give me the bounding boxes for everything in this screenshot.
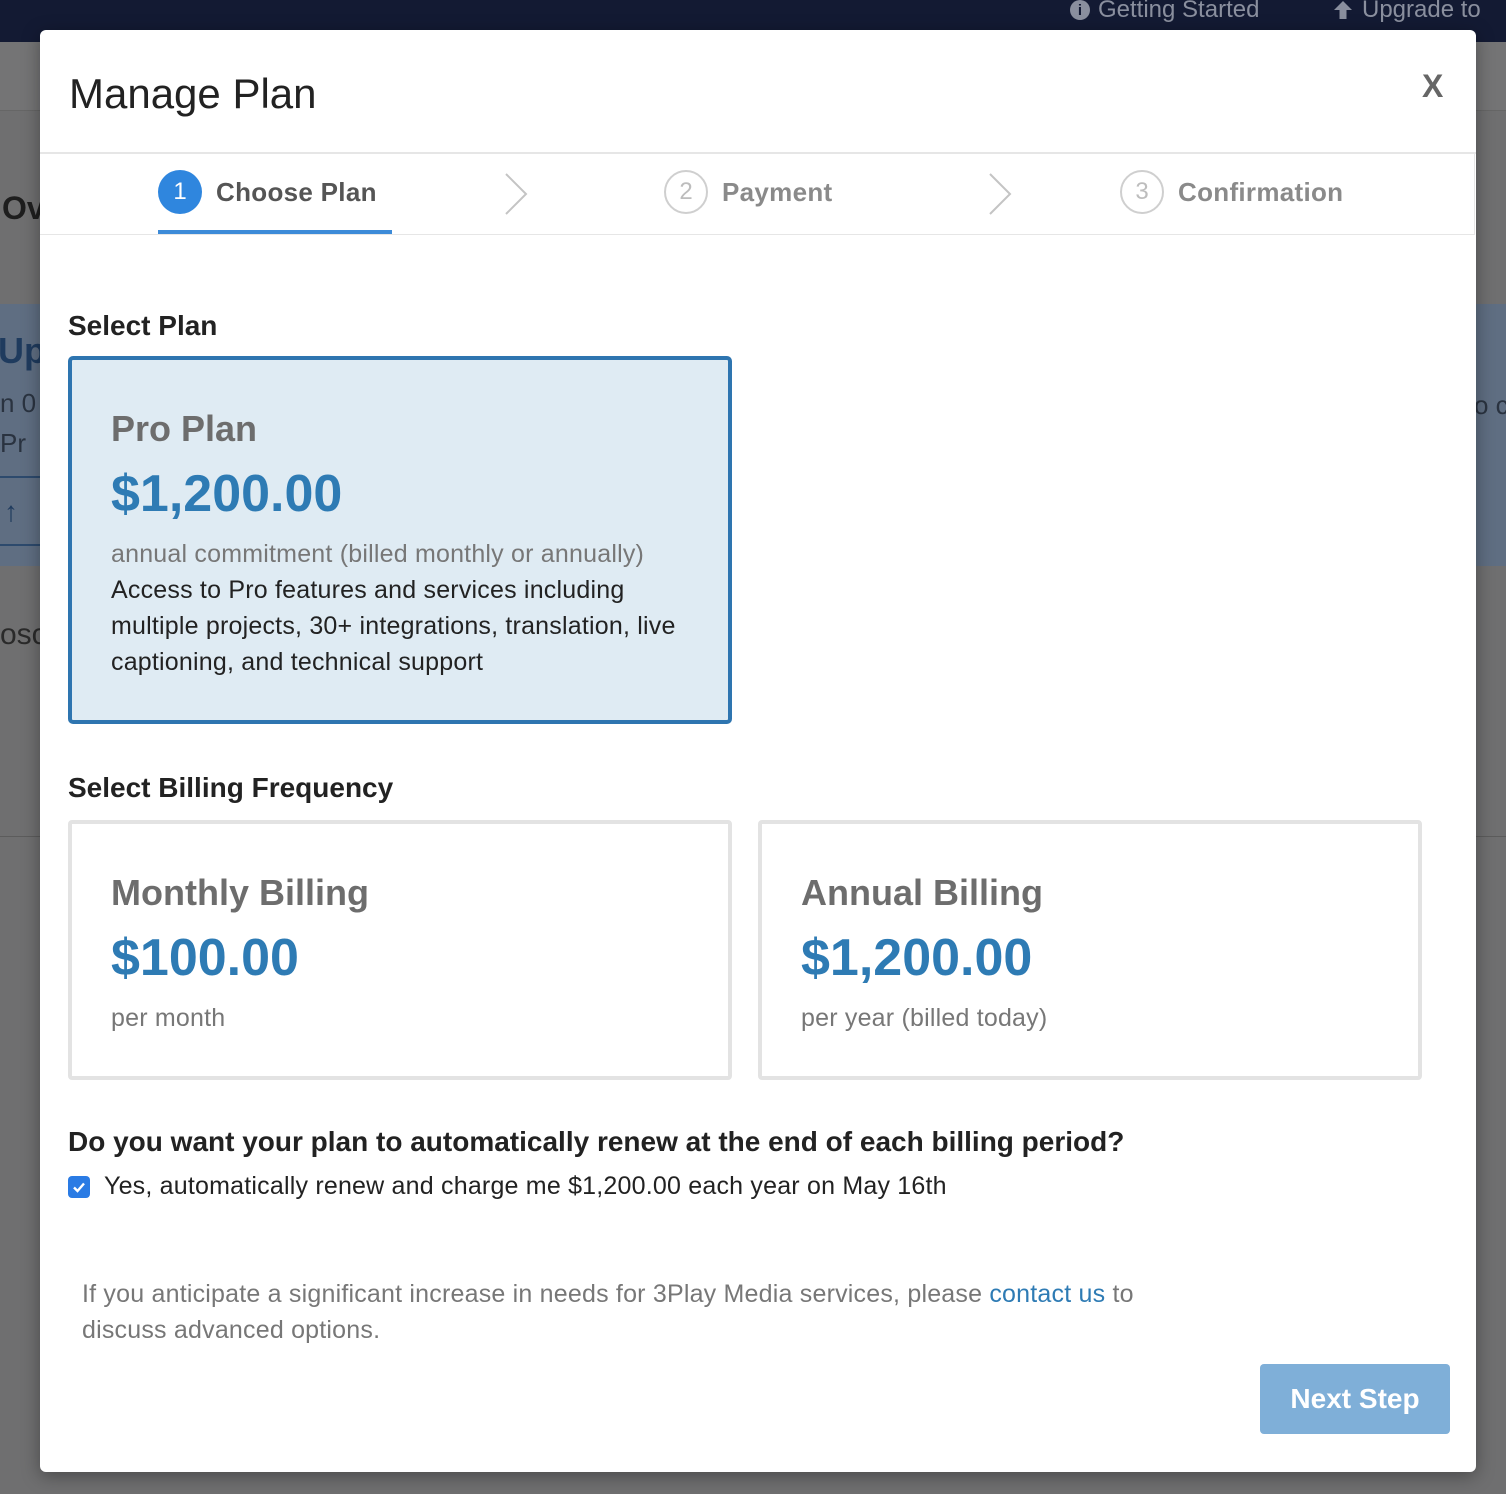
step-label: Choose Plan bbox=[216, 176, 377, 207]
billing-price: $100.00 bbox=[111, 929, 299, 987]
billing-frequency-heading: Select Billing Frequency bbox=[68, 772, 394, 803]
chevron-right-icon bbox=[505, 173, 528, 215]
step-confirmation[interactable]: 3 Confirmation bbox=[1120, 170, 1343, 214]
auto-renew-question: Do you want your plan to automatically r… bbox=[68, 1126, 1125, 1157]
step-label: Payment bbox=[722, 176, 833, 207]
plan-commitment: annual commitment (billed monthly or ann… bbox=[111, 540, 645, 568]
billing-name: Annual Billing bbox=[801, 872, 1043, 913]
plan-name: Pro Plan bbox=[111, 408, 258, 449]
background-banner-text-fragment: n 0 bbox=[0, 388, 37, 418]
step-payment[interactable]: 2 Payment bbox=[664, 170, 832, 214]
background-banner-text-fragment-2: Pr bbox=[0, 428, 26, 458]
advanced-options-note: If you anticipate a significant increase… bbox=[82, 1276, 1182, 1348]
auto-renew-label[interactable]: Yes, automatically renew and charge me $… bbox=[104, 1172, 947, 1201]
upgrade-link[interactable]: Upgrade to bbox=[1332, 0, 1481, 24]
step-label: Confirmation bbox=[1178, 176, 1344, 207]
modal-title: Manage Plan bbox=[69, 70, 317, 117]
info-icon: i bbox=[1070, 0, 1090, 20]
select-plan-heading: Select Plan bbox=[68, 310, 218, 341]
billing-price: $1,200.00 bbox=[801, 929, 1033, 987]
background-banner-right-fragment: o c bbox=[1474, 390, 1506, 420]
background-heading-fragment: Ov bbox=[2, 190, 45, 226]
next-step-button[interactable]: Next Step bbox=[1260, 1364, 1450, 1434]
chevron-right-icon bbox=[989, 173, 1012, 215]
stepper: 1 Choose Plan 2 Payment 3 Confirmation bbox=[40, 154, 1475, 235]
step-number: 2 bbox=[664, 170, 708, 214]
billing-period: per year (billed today) bbox=[801, 1004, 1048, 1032]
pro-plan-card[interactable]: Pro Plan $1,200.00 annual commitment (bi… bbox=[68, 356, 732, 724]
plan-price: $1,200.00 bbox=[111, 465, 343, 523]
checkmark-icon bbox=[73, 1182, 85, 1193]
note-text: If you anticipate a significant increase… bbox=[82, 1280, 990, 1308]
auto-renew-checkbox[interactable] bbox=[68, 1175, 90, 1198]
active-step-indicator bbox=[158, 230, 392, 234]
upgrade-label: Upgrade to bbox=[1362, 0, 1481, 23]
monthly-billing-card[interactable]: Monthly Billing $100.00 per month bbox=[68, 820, 732, 1080]
annual-billing-card[interactable]: Annual Billing $1,200.00 per year (bille… bbox=[758, 820, 1422, 1080]
plan-description: Access to Pro features and services incl… bbox=[111, 576, 676, 676]
billing-name: Monthly Billing bbox=[111, 872, 369, 913]
close-button[interactable]: X bbox=[1422, 68, 1443, 105]
contact-us-link[interactable]: contact us bbox=[989, 1280, 1105, 1308]
manage-plan-modal: Manage Plan X 1 Choose Plan 2 Payment 3 … bbox=[40, 30, 1476, 1472]
getting-started-label: Getting Started bbox=[1098, 0, 1260, 23]
arrow-up-icon bbox=[1334, 1, 1352, 19]
getting-started-link[interactable]: i Getting Started bbox=[1070, 0, 1259, 24]
auto-renew-option: Yes, automatically renew and charge me $… bbox=[68, 1172, 947, 1201]
step-choose-plan[interactable]: 1 Choose Plan bbox=[158, 170, 377, 214]
background-arrow-up-icon: ↑ bbox=[4, 496, 18, 527]
billing-period: per month bbox=[111, 1004, 226, 1032]
step-number: 3 bbox=[1120, 170, 1164, 214]
step-number: 1 bbox=[158, 170, 202, 214]
